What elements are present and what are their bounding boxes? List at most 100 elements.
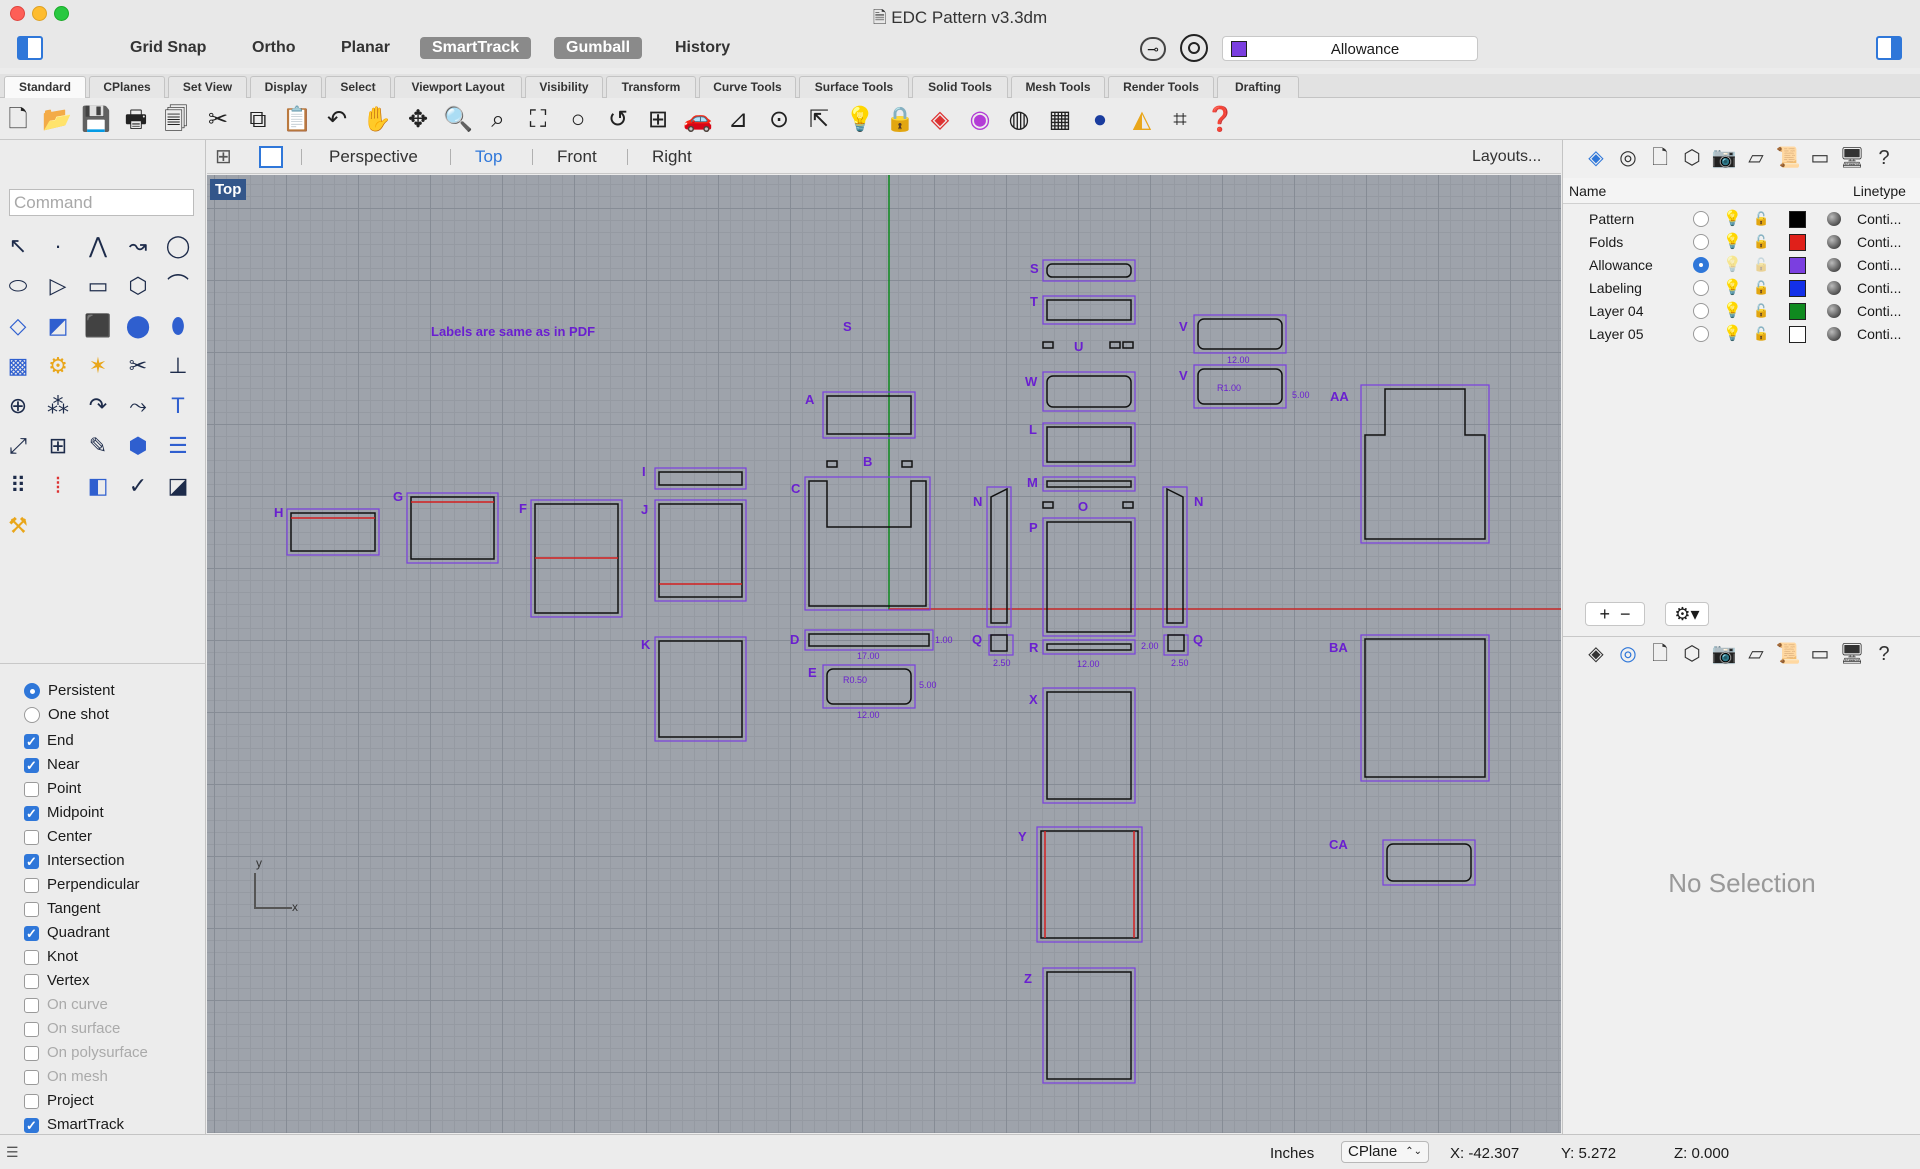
lock-icon[interactable]: 🔒: [885, 105, 915, 135]
offset-icon[interactable]: ⤳: [122, 390, 154, 422]
explode-icon[interactable]: ✶: [82, 350, 114, 382]
array-icon[interactable]: ⊞: [42, 430, 74, 462]
smarttrack-toggle[interactable]: SmartTrack: [420, 37, 532, 59]
layer-color-swatch[interactable]: [1789, 257, 1806, 274]
layer-linetype[interactable]: Conti...: [1857, 231, 1901, 253]
hexagon-icon[interactable]: ⬡: [122, 270, 154, 302]
page-panel-icon[interactable]: 🗋: [1647, 641, 1673, 667]
paste-icon[interactable]: 📋: [282, 105, 312, 135]
circle-icon[interactable]: ◯: [162, 230, 194, 262]
tab-mesh-tools[interactable]: Mesh Tools: [1011, 76, 1105, 98]
help-icon[interactable]: ❓: [1205, 105, 1235, 135]
gumball-toggle[interactable]: Gumball: [554, 37, 643, 59]
lock-icon[interactable]: 🔓: [1753, 231, 1769, 253]
save-icon[interactable]: 💾: [81, 105, 111, 135]
layer-linetype[interactable]: Conti...: [1857, 323, 1901, 345]
snap-quadrant-checkbox[interactable]: Quadrant: [24, 923, 110, 944]
rotate-view-icon[interactable]: ✥: [403, 105, 433, 135]
print-icon[interactable]: 🖶: [121, 105, 151, 135]
text-icon[interactable]: T: [162, 390, 194, 422]
snap-end-checkbox[interactable]: End: [24, 731, 74, 752]
cube-icon[interactable]: ⬢: [122, 430, 154, 462]
snap-near-checkbox[interactable]: Near: [24, 755, 80, 776]
polyline-icon[interactable]: ⋀: [82, 230, 114, 262]
snap-midpoint-checkbox[interactable]: Midpoint: [24, 803, 104, 824]
layer-row[interactable]: Pattern 💡 🔓 Conti...: [1563, 208, 1920, 230]
new-file-icon[interactable]: 🗋: [3, 105, 33, 135]
tab-visibility[interactable]: Visibility: [525, 76, 603, 98]
snap-smarttrack-checkbox[interactable]: SmartTrack: [24, 1115, 124, 1136]
layer-color-swatch[interactable]: [1789, 303, 1806, 320]
light-bulb-icon[interactable]: 💡: [1723, 277, 1742, 299]
current-layer-radio[interactable]: [1693, 326, 1709, 342]
help-panel-icon[interactable]: ?: [1871, 641, 1897, 667]
grid-array-icon[interactable]: ⠿: [2, 470, 34, 502]
snap-intersection-checkbox[interactable]: Intersection: [24, 851, 125, 872]
render-panel-icon[interactable]: 🖥: [1839, 145, 1865, 171]
ortho-toggle[interactable]: Ortho: [252, 37, 296, 59]
zoom-extents-icon[interactable]: ⛶: [523, 105, 553, 135]
tab-front[interactable]: Front: [557, 147, 597, 167]
viewport-label[interactable]: Top: [210, 179, 247, 200]
record-history-icon[interactable]: [1180, 34, 1208, 62]
check-icon[interactable]: ✓: [122, 470, 154, 502]
command-input[interactable]: [9, 189, 194, 216]
column-linetype[interactable]: Linetype: [1853, 183, 1906, 199]
material-sphere-icon[interactable]: [1827, 235, 1841, 249]
layer-row[interactable]: Labeling 💡 🔓 Conti...: [1563, 277, 1920, 299]
car-shade-icon[interactable]: 🚗: [683, 105, 713, 135]
zoom-selected-icon[interactable]: ○: [563, 105, 593, 135]
snap-knot-checkbox[interactable]: Knot: [24, 947, 78, 967]
render-sphere-icon[interactable]: ●: [1085, 105, 1115, 135]
snap-project-checkbox[interactable]: Project: [24, 1091, 94, 1111]
osnap-target-icon[interactable]: ⊸: [1140, 37, 1166, 61]
notes-panel-icon[interactable]: 📜: [1775, 145, 1801, 171]
curve-icon[interactable]: ↝: [122, 230, 154, 262]
copy-icon[interactable]: ⧉: [243, 105, 273, 135]
object-panel-icon[interactable]: ⬡: [1679, 641, 1705, 667]
lock-icon[interactable]: 🔓: [1753, 254, 1769, 276]
object-panel-icon[interactable]: ⬡: [1679, 145, 1705, 171]
grid-panel-icon[interactable]: ▱: [1743, 641, 1769, 667]
zoom-window-icon[interactable]: ⌕: [483, 105, 513, 135]
arc-icon[interactable]: ↷: [82, 390, 114, 422]
tab-top[interactable]: Top: [475, 147, 502, 167]
camera-panel-icon[interactable]: 📷: [1711, 641, 1737, 667]
tab-surface-tools[interactable]: Surface Tools: [799, 76, 909, 98]
four-view-layout-icon[interactable]: ⊞: [215, 146, 241, 168]
trim-icon[interactable]: ✂: [122, 350, 154, 382]
tab-display[interactable]: Display: [250, 76, 322, 98]
gear-tool-icon[interactable]: ⚙: [42, 350, 74, 382]
current-layer-radio[interactable]: [1693, 257, 1709, 273]
rectangle-icon[interactable]: ▭: [82, 270, 114, 302]
light-bulb-icon[interactable]: 💡: [1723, 208, 1742, 230]
render-tool-icon[interactable]: ◧: [82, 470, 114, 502]
layer-row[interactable]: Layer 04 💡 🔓 Conti...: [1563, 300, 1920, 322]
tab-viewport-layout[interactable]: Viewport Layout: [394, 76, 522, 98]
material-sphere-icon[interactable]: [1827, 304, 1841, 318]
grid-plane-icon[interactable]: ⊿: [723, 105, 753, 135]
tab-perspective[interactable]: Perspective: [329, 147, 418, 167]
undo-icon[interactable]: ↶: [322, 105, 352, 135]
notes-panel-icon[interactable]: 📜: [1775, 641, 1801, 667]
material-sphere-icon[interactable]: [1827, 258, 1841, 272]
mesh-sphere-icon[interactable]: ▦: [1045, 105, 1075, 135]
current-layer-radio[interactable]: [1693, 234, 1709, 250]
shade-icon[interactable]: ◪: [162, 470, 194, 502]
tab-right[interactable]: Right: [652, 147, 692, 167]
group-icon[interactable]: ⁂: [42, 390, 74, 422]
object-snap-icon[interactable]: ⊙: [764, 105, 794, 135]
viewport-panel-icon[interactable]: ▭: [1807, 641, 1833, 667]
split-icon[interactable]: ⊥: [162, 350, 194, 382]
tab-transform[interactable]: Transform: [606, 76, 696, 98]
cplane-selector[interactable]: CPlane ⌃⌄: [1341, 1141, 1429, 1163]
tab-cplanes[interactable]: CPlanes: [89, 76, 165, 98]
tab-set-view[interactable]: Set View: [168, 76, 247, 98]
left-sidebar-toggle-icon[interactable]: [17, 36, 43, 60]
page-panel-icon[interactable]: 🗋: [1647, 145, 1673, 171]
move-icon[interactable]: ⤢: [2, 430, 34, 462]
current-layer-radio[interactable]: [1693, 303, 1709, 319]
right-sidebar-toggle-icon[interactable]: [1876, 36, 1902, 60]
current-layer-radio[interactable]: [1693, 280, 1709, 296]
light-bulb-icon[interactable]: 💡: [1723, 323, 1742, 345]
